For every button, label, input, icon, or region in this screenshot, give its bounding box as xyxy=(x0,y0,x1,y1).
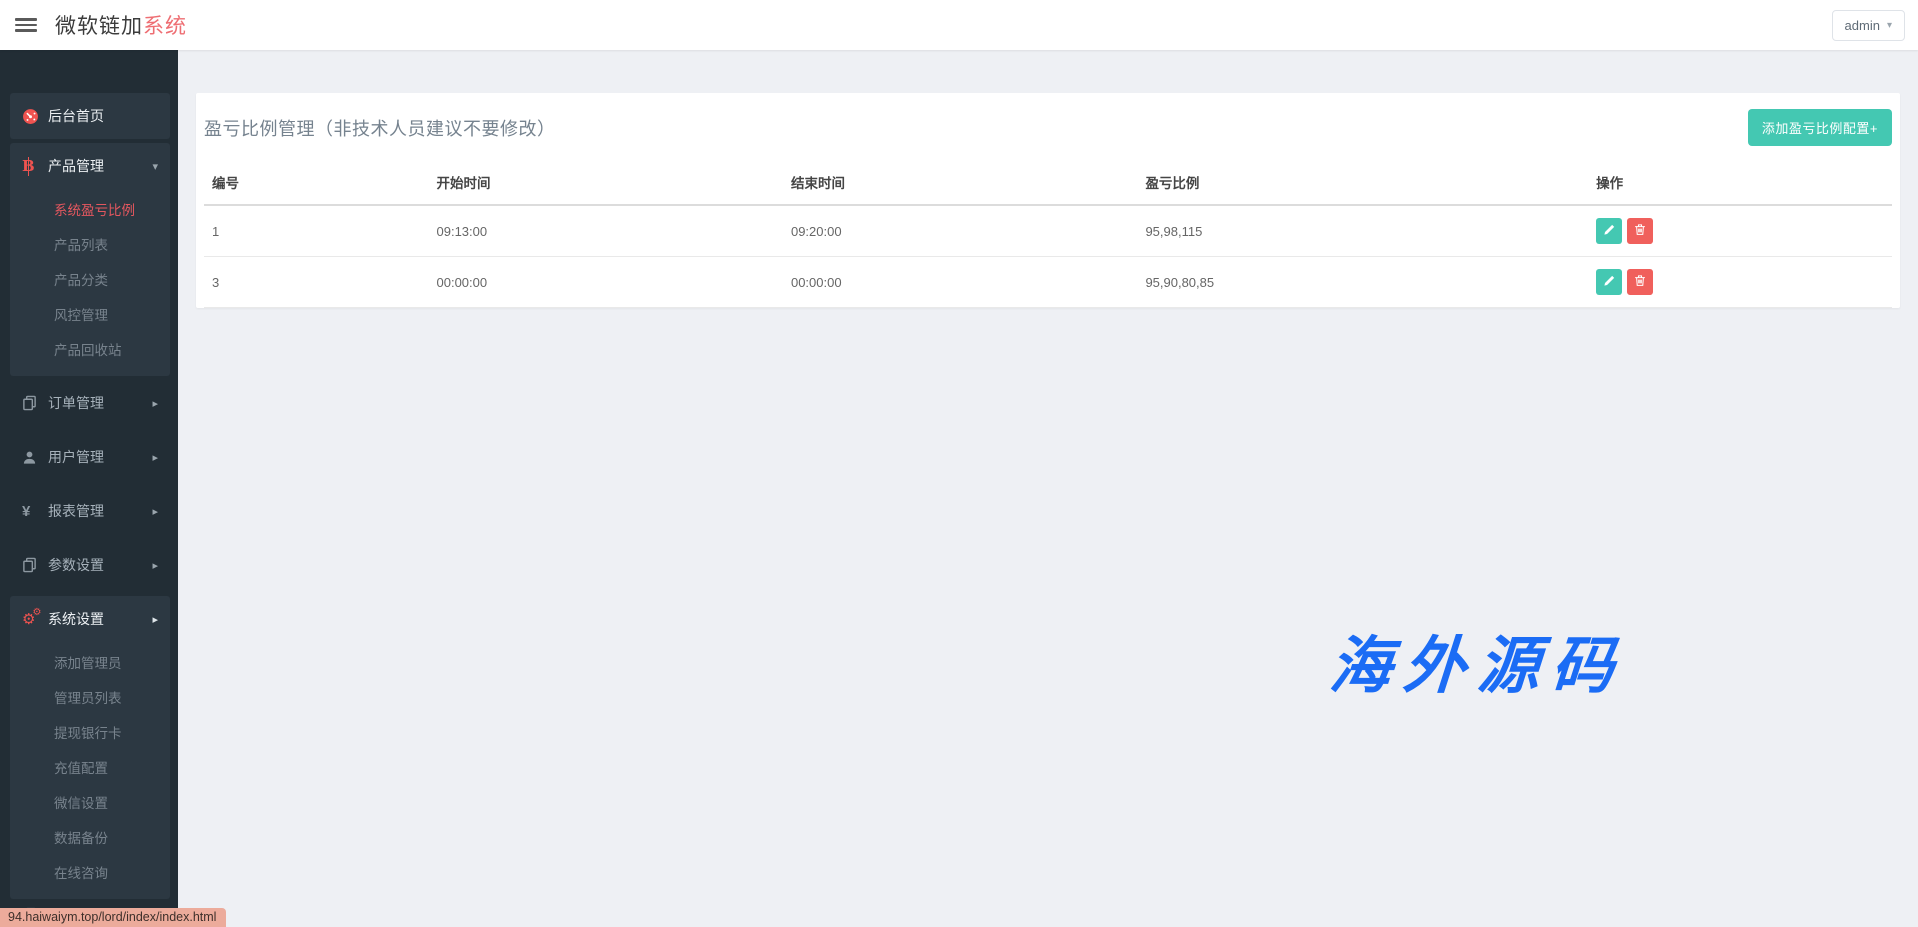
chevron-down-icon: ▾ xyxy=(152,160,158,173)
chevron-right-icon: ▸ xyxy=(152,451,158,464)
chevron-down-icon: ▾ xyxy=(1887,20,1892,31)
sidebar-item-label: 报表管理 xyxy=(48,501,148,521)
add-profit-ratio-button[interactable]: 添加盈亏比例配置+ xyxy=(1748,109,1892,146)
edit-button[interactable] xyxy=(1596,218,1622,244)
link-status-bar: 94.haiwaiym.top/lord/index/index.html xyxy=(0,908,226,927)
yen-icon: ¥ xyxy=(22,503,48,520)
sidebar-item-recharge-config[interactable]: 充值配置 xyxy=(10,751,170,786)
column-header-start-time: 开始时间 xyxy=(429,160,783,205)
delete-button[interactable] xyxy=(1627,269,1653,295)
sidebar-item-user-management[interactable]: 用户管理 ▸ xyxy=(10,434,170,480)
dashboard-gauge-icon xyxy=(22,108,48,125)
app-title: 微软链加系统 xyxy=(55,10,187,40)
page-title: 盈亏比例管理（非技术人员建议不要修改） xyxy=(204,115,556,141)
sidebar-item-parameter-settings[interactable]: 参数设置 ▸ xyxy=(10,542,170,588)
admin-user-dropdown[interactable]: admin ▾ xyxy=(1832,10,1905,41)
gears-icon: ⚙⚙ xyxy=(22,612,48,627)
cell-start-time: 09:13:00 xyxy=(429,205,783,257)
pencil-icon xyxy=(1603,275,1615,290)
table-row: 3 00:00:00 00:00:00 95,90,80,85 xyxy=(204,257,1892,308)
trash-icon xyxy=(1634,274,1646,290)
sidebar-item-product-list[interactable]: 产品列表 xyxy=(10,228,170,263)
app-title-dark: 微软链加 xyxy=(55,15,143,38)
sidebar-item-label: 系统设置 xyxy=(48,609,148,629)
cell-end-time: 00:00:00 xyxy=(783,257,1137,308)
sidebar-item-report-management[interactable]: ¥ 报表管理 ▸ xyxy=(10,488,170,534)
edit-button[interactable] xyxy=(1596,269,1622,295)
sidebar-item-risk-control[interactable]: 风控管理 xyxy=(10,298,170,333)
column-header-id: 编号 xyxy=(204,160,429,205)
sidebar-item-wechat-settings[interactable]: 微信设置 xyxy=(10,786,170,821)
admin-user-label: admin xyxy=(1845,18,1880,33)
sidebar-item-admin-list[interactable]: 管理员列表 xyxy=(10,681,170,716)
sidebar-item-product-management[interactable]: B 产品管理 ▾ xyxy=(10,143,170,189)
sidebar-item-label: 后台首页 xyxy=(48,106,158,126)
chevron-right-icon: ▸ xyxy=(152,397,158,410)
column-header-ratio: 盈亏比例 xyxy=(1137,160,1588,205)
chevron-right-icon: ▸ xyxy=(152,613,158,626)
sidebar: 后台首页 B 产品管理 ▾ 系统盈亏比例 产品列表 产品分类 风控管理 产品回收… xyxy=(0,50,178,927)
table-row: 1 09:13:00 09:20:00 95,98,115 xyxy=(204,205,1892,257)
chevron-right-icon: ▸ xyxy=(152,559,158,572)
trash-icon xyxy=(1634,223,1646,239)
delete-button[interactable] xyxy=(1627,218,1653,244)
sidebar-item-withdraw-bankcard[interactable]: 提现银行卡 xyxy=(10,716,170,751)
main-content: 盈亏比例管理（非技术人员建议不要修改） 添加盈亏比例配置+ 编号 开始时间 结束… xyxy=(178,50,1918,927)
profit-ratio-table: 编号 开始时间 结束时间 盈亏比例 操作 1 09:13:00 09:20:00… xyxy=(204,160,1892,308)
sidebar-item-label: 订单管理 xyxy=(48,393,148,413)
copy-icon xyxy=(22,557,48,573)
app-title-accent: 系统 xyxy=(143,15,187,38)
sidebar-item-system-settings[interactable]: ⚙⚙ 系统设置 ▸ xyxy=(10,596,170,642)
sidebar-item-add-admin[interactable]: 添加管理员 xyxy=(10,646,170,681)
pencil-icon xyxy=(1603,224,1615,239)
column-header-end-time: 结束时间 xyxy=(783,160,1137,205)
sidebar-item-label: 产品管理 xyxy=(48,156,148,176)
sidebar-item-label: 用户管理 xyxy=(48,447,148,467)
column-header-actions: 操作 xyxy=(1588,160,1892,205)
sidebar-item-label: 参数设置 xyxy=(48,555,148,575)
user-icon xyxy=(22,450,48,465)
profit-ratio-card: 盈亏比例管理（非技术人员建议不要修改） 添加盈亏比例配置+ 编号 开始时间 结束… xyxy=(196,93,1900,308)
chevron-right-icon: ▸ xyxy=(152,505,158,518)
sidebar-item-product-category[interactable]: 产品分类 xyxy=(10,263,170,298)
cell-id: 3 xyxy=(204,257,429,308)
table-header-row: 编号 开始时间 结束时间 盈亏比例 操作 xyxy=(204,160,1892,205)
sidebar-item-data-backup[interactable]: 数据备份 xyxy=(10,821,170,856)
hamburger-menu-icon[interactable] xyxy=(15,18,37,32)
cell-id: 1 xyxy=(204,205,429,257)
copy-icon xyxy=(22,395,48,411)
cell-end-time: 09:20:00 xyxy=(783,205,1137,257)
product-submenu: 系统盈亏比例 产品列表 产品分类 风控管理 产品回收站 xyxy=(10,189,170,376)
sidebar-item-online-consult[interactable]: 在线咨询 xyxy=(10,856,170,891)
top-header: 微软链加系统 admin ▾ xyxy=(0,0,1918,50)
cell-ratio: 95,98,115 xyxy=(1137,205,1588,257)
cell-start-time: 00:00:00 xyxy=(429,257,783,308)
sidebar-item-product-recycle[interactable]: 产品回收站 xyxy=(10,333,170,368)
sidebar-item-dashboard[interactable]: 后台首页 xyxy=(10,93,170,139)
sidebar-item-order-management[interactable]: 订单管理 ▸ xyxy=(10,380,170,426)
system-submenu: 添加管理员 管理员列表 提现银行卡 充值配置 微信设置 数据备份 在线咨询 xyxy=(10,642,170,899)
bitcoin-icon: B xyxy=(22,159,48,174)
cell-ratio: 95,90,80,85 xyxy=(1137,257,1588,308)
sidebar-item-system-profit-ratio[interactable]: 系统盈亏比例 xyxy=(10,193,170,228)
